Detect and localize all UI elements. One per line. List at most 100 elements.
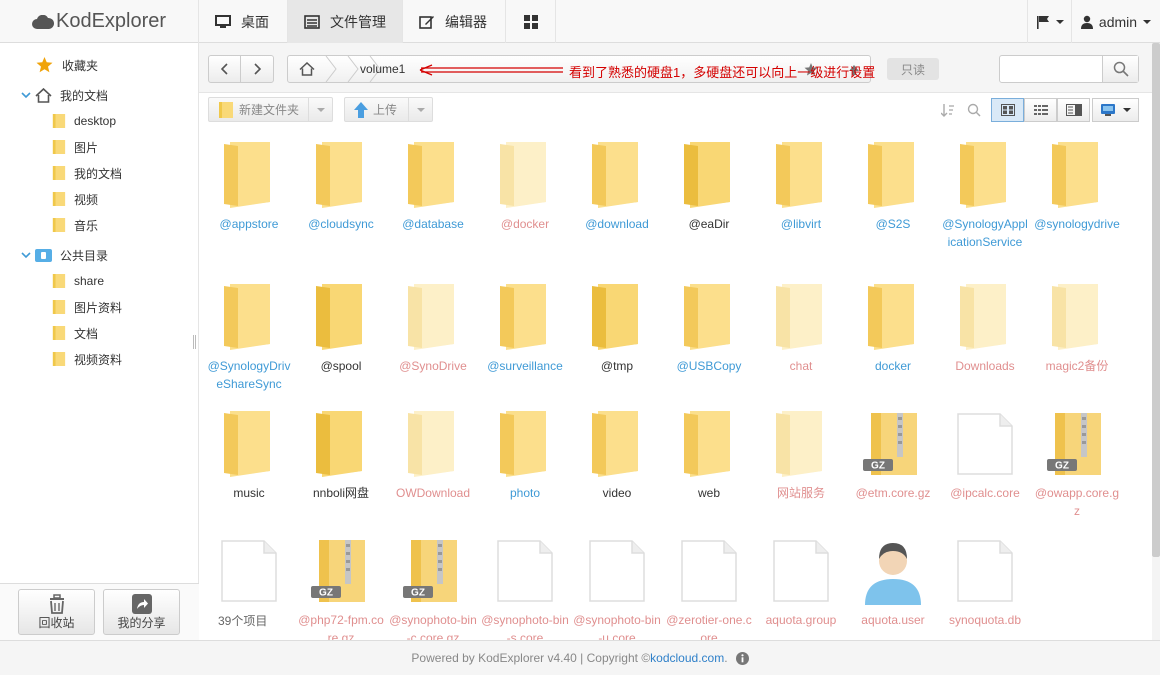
folder-icon (224, 284, 270, 350)
user-menu[interactable]: admin (1071, 0, 1160, 43)
tab-apps[interactable] (506, 0, 556, 43)
tab-editor[interactable]: 编辑器 (403, 0, 506, 43)
sidebar-item-public[interactable]: 公共目录 (21, 244, 108, 266)
folder-item[interactable]: @SynologyDriveShareSync (203, 281, 295, 393)
item-icon (847, 139, 939, 211)
folder-item[interactable]: @surveillance (479, 281, 571, 375)
folder-item[interactable]: @synologydrive (1031, 139, 1123, 233)
sidebar-item-documents[interactable]: 我的文档 (52, 162, 122, 184)
file-item[interactable]: aquota.user (847, 535, 939, 629)
folder-item[interactable]: Downloads (939, 281, 1031, 375)
folder-item[interactable]: OWDownload (387, 408, 479, 502)
folder-item[interactable]: nnboli网盘 (295, 408, 387, 502)
scrollbar-thumb[interactable] (1152, 43, 1160, 557)
search-icon (1113, 61, 1129, 77)
my-share-button[interactable]: 我的分享 (103, 589, 180, 635)
folder-icon (224, 142, 270, 208)
sidebar-bottom: 回收站 我的分享 (0, 583, 199, 640)
folder-item[interactable]: chat (755, 281, 847, 375)
folder-item[interactable]: docker (847, 281, 939, 375)
search-button[interactable] (1102, 56, 1138, 82)
item-name: @SynoDrive (399, 359, 467, 373)
file-item[interactable]: GZ @etm.core.gz (847, 408, 939, 502)
file-item[interactable] (203, 535, 295, 611)
zoom-icon[interactable] (967, 103, 981, 117)
chevron-left-icon (220, 63, 228, 75)
footer-link[interactable]: kodcloud.com (650, 651, 724, 665)
sidebar-item-mydocs[interactable]: 我的文档 (21, 84, 108, 106)
sidebar-item-favorites[interactable]: 收藏夹 (36, 54, 98, 76)
folder-item[interactable]: web (663, 408, 755, 502)
sidebar-item-video-files[interactable]: 视频资料 (52, 348, 122, 370)
file-item[interactable]: @synophoto-bin-u.core (571, 535, 663, 640)
upload-button[interactable]: 上传 (344, 97, 433, 122)
file-item[interactable]: aquota.group (755, 535, 847, 629)
forward-button[interactable] (241, 56, 273, 82)
breadcrumb-home[interactable] (288, 56, 326, 82)
folder-item[interactable]: @appstore (203, 139, 295, 233)
sidebar-item-doc-files[interactable]: 文档 (52, 322, 98, 344)
folder-item[interactable]: music (203, 408, 295, 502)
folder-item[interactable]: @eaDir (663, 139, 755, 233)
info-icon[interactable] (735, 651, 749, 665)
folder-item[interactable]: @USBCopy (663, 281, 755, 375)
search-input[interactable] (1004, 59, 1098, 79)
folder-item[interactable]: @docker (479, 139, 571, 233)
tab-file-manager[interactable]: 文件管理 (288, 0, 403, 43)
list-view-button[interactable] (1024, 98, 1057, 122)
folder-item[interactable]: @SynologyApplicationService (939, 139, 1031, 251)
folder-item[interactable]: @libvirt (755, 139, 847, 233)
folder-item[interactable]: @spool (295, 281, 387, 375)
item-name: @database (402, 217, 464, 231)
folder-item[interactable]: @S2S (847, 139, 939, 233)
search-box (999, 55, 1139, 83)
item-count: 39个项目 (214, 612, 272, 629)
file-item[interactable]: @ipcalc.core (939, 408, 1031, 502)
scrollbar-track[interactable] (1152, 557, 1160, 640)
file-item[interactable]: GZ @owapp.core.gz (1031, 408, 1123, 520)
folder-icon (52, 326, 66, 340)
breadcrumb-volume1[interactable]: volume1 (360, 62, 405, 76)
folder-item[interactable]: video (571, 408, 663, 502)
folder-item[interactable]: @database (387, 139, 479, 233)
folder-item[interactable]: magic2备份 (1031, 281, 1123, 375)
sidebar-resize-handle[interactable] (193, 335, 196, 349)
item-name: @SynologyApplicationService (942, 217, 1028, 249)
chevron-down-icon (1055, 19, 1064, 24)
sidebar-item-pictures[interactable]: 图片 (52, 136, 98, 158)
folder-item[interactable]: @SynoDrive (387, 281, 479, 375)
item-name: @php72-fpm.core.gz (298, 613, 384, 640)
recycle-bin-button[interactable]: 回收站 (18, 589, 95, 635)
icon-view-button[interactable] (991, 98, 1024, 122)
sidebar-item-desktop[interactable]: desktop (52, 110, 116, 132)
file-item[interactable]: synoquota.db (939, 535, 1031, 629)
sidebar-item-video[interactable]: 视频 (52, 188, 98, 210)
gz-archive-icon: GZ (1047, 413, 1101, 475)
folder-item[interactable]: @cloudsync (295, 139, 387, 233)
new-folder-button[interactable]: 新建文件夹 (208, 97, 333, 122)
folder-item[interactable]: 网站服务 (755, 408, 847, 502)
theme-menu-button[interactable] (1092, 98, 1139, 122)
sidebar-item-picture-files[interactable]: 图片资料 (52, 296, 122, 318)
upload-menu-dropdown[interactable] (408, 98, 432, 121)
sidebar-item-share[interactable]: share (52, 270, 104, 292)
item-icon (847, 535, 939, 607)
file-item[interactable]: GZ @php72-fpm.core.gz (295, 535, 387, 640)
folder-item[interactable]: @download (571, 139, 663, 233)
tab-desktop[interactable]: 桌面 (199, 0, 288, 43)
file-item[interactable]: @synophoto-bin-s.core (479, 535, 571, 640)
sidebar-item-music[interactable]: 音乐 (52, 214, 98, 236)
folder-icon (868, 284, 914, 350)
new-menu-dropdown[interactable] (308, 98, 332, 121)
folder-item[interactable]: @tmp (571, 281, 663, 375)
sort-icon[interactable] (941, 103, 955, 117)
back-button[interactable] (209, 56, 242, 82)
language-menu[interactable] (1027, 0, 1071, 43)
item-name: @tmp (600, 359, 634, 373)
brand[interactable]: KodExplorer (0, 0, 199, 43)
folder-item[interactable]: photo (479, 408, 571, 502)
file-item[interactable]: @zerotier-one.core (663, 535, 755, 640)
file-item[interactable]: GZ @synophoto-bin-c.core.gz (387, 535, 479, 640)
file-icon (957, 413, 1013, 475)
split-view-button[interactable] (1057, 98, 1090, 122)
